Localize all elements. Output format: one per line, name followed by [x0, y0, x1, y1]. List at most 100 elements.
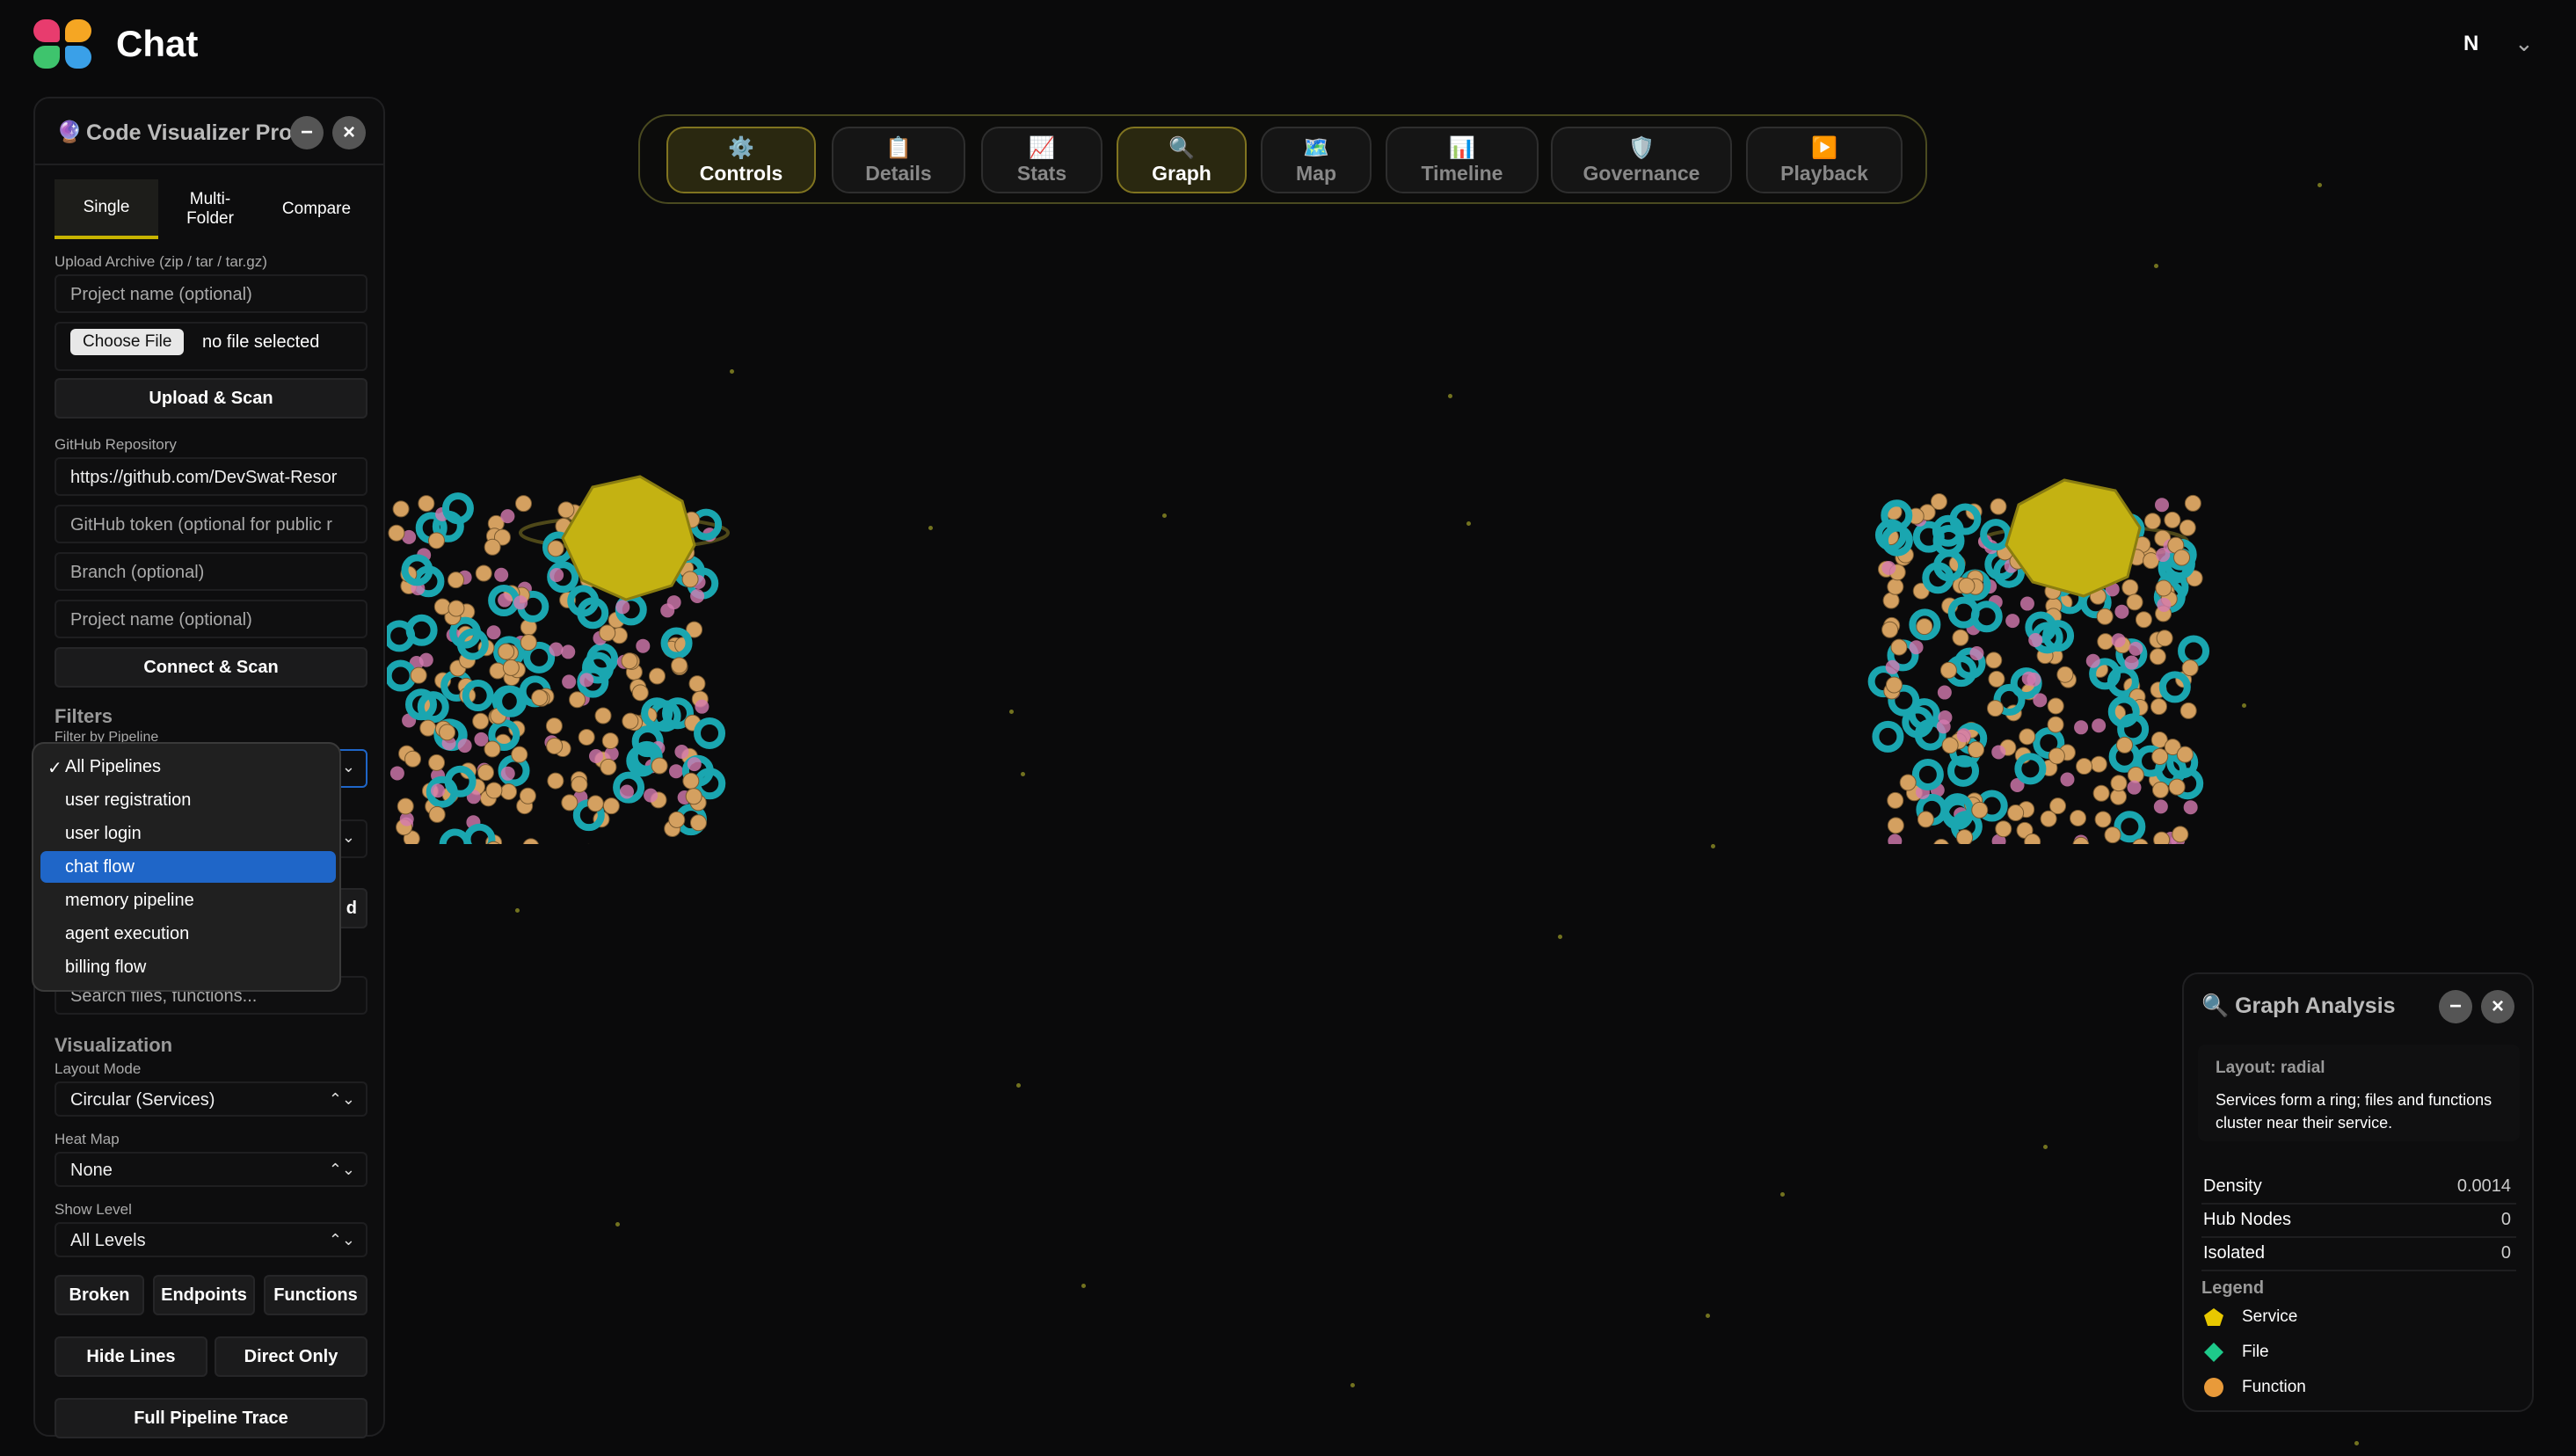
- pipeline-node[interactable]: [549, 642, 564, 657]
- function-node[interactable]: [1990, 498, 2007, 515]
- file-node[interactable]: [2114, 811, 2146, 843]
- function-node[interactable]: [514, 495, 532, 513]
- function-node[interactable]: [428, 805, 446, 823]
- function-node[interactable]: [1941, 737, 1959, 754]
- direct-only-button[interactable]: Direct Only: [215, 1336, 367, 1377]
- function-node[interactable]: [621, 652, 638, 670]
- function-node[interactable]: [2092, 784, 2110, 802]
- function-node[interactable]: [2151, 781, 2169, 798]
- function-node[interactable]: [682, 772, 700, 790]
- hide-lines-button[interactable]: Hide Lines: [55, 1336, 207, 1377]
- function-node[interactable]: [689, 814, 707, 832]
- file-node[interactable]: [1872, 720, 1904, 753]
- function-node[interactable]: [1933, 839, 1949, 844]
- pipeline-node[interactable]: [500, 766, 515, 781]
- function-node[interactable]: [569, 691, 586, 709]
- app-logo[interactable]: [33, 19, 97, 69]
- service-cluster-right[interactable]: [1846, 475, 2216, 844]
- github-project-name-input[interactable]: Project name (optional): [55, 600, 367, 638]
- pipeline-node[interactable]: [1881, 561, 1896, 576]
- function-node[interactable]: [2156, 630, 2173, 647]
- pipeline-node[interactable]: [2128, 641, 2143, 656]
- functions-button[interactable]: Functions: [264, 1275, 367, 1315]
- function-node[interactable]: [2116, 736, 2134, 753]
- function-node[interactable]: [1890, 638, 1908, 656]
- function-node[interactable]: [2149, 648, 2166, 666]
- tab-timeline[interactable]: 📊 Timeline: [1386, 127, 1539, 193]
- pipeline-node[interactable]: [2183, 800, 2198, 815]
- function-node[interactable]: [2049, 797, 2067, 815]
- pipeline-node[interactable]: [457, 739, 472, 753]
- function-node[interactable]: [1995, 820, 2012, 838]
- function-node[interactable]: [388, 524, 405, 542]
- function-node[interactable]: [1952, 629, 1969, 646]
- function-node[interactable]: [2048, 747, 2065, 765]
- function-node[interactable]: [404, 750, 422, 768]
- function-node[interactable]: [1899, 774, 1917, 791]
- pipeline-option-all[interactable]: ✓ All Pipelines: [40, 751, 336, 783]
- tab-governance[interactable]: 🛡️ Governance: [1551, 127, 1732, 193]
- pipeline-option-agent-execution[interactable]: agent execution: [40, 918, 336, 950]
- tab-details[interactable]: 📋 Details: [832, 127, 965, 193]
- pipeline-node[interactable]: [2124, 655, 2139, 670]
- function-node[interactable]: [418, 495, 435, 513]
- github-token-input[interactable]: GitHub token (optional for public r: [55, 505, 367, 543]
- function-node[interactable]: [546, 737, 564, 754]
- pipeline-node[interactable]: [695, 699, 709, 714]
- pipeline-node[interactable]: [620, 784, 635, 799]
- function-node[interactable]: [1887, 791, 1904, 809]
- broken-button[interactable]: Broken: [55, 1275, 144, 1315]
- function-node[interactable]: [685, 788, 702, 805]
- pipeline-node[interactable]: [498, 593, 513, 608]
- function-node[interactable]: [2110, 775, 2128, 792]
- pipeline-node[interactable]: [579, 673, 594, 688]
- pipeline-option-user-registration[interactable]: user registration: [40, 784, 336, 816]
- function-node[interactable]: [2176, 746, 2194, 763]
- function-node[interactable]: [522, 838, 539, 844]
- function-node[interactable]: [1958, 577, 1976, 594]
- function-node[interactable]: [2179, 702, 2197, 719]
- function-node[interactable]: [651, 757, 668, 775]
- function-node[interactable]: [2019, 728, 2036, 746]
- function-node[interactable]: [520, 634, 537, 652]
- function-node[interactable]: [545, 717, 563, 735]
- function-node[interactable]: [519, 787, 536, 804]
- function-node[interactable]: [448, 571, 465, 589]
- minimize-button[interactable]: −: [2439, 990, 2472, 1023]
- pipeline-node[interactable]: [1936, 719, 1951, 734]
- function-node[interactable]: [477, 764, 495, 782]
- function-node[interactable]: [2168, 778, 2186, 796]
- pipeline-node[interactable]: [500, 509, 515, 524]
- pipeline-option-chat-flow[interactable]: chat flow: [40, 851, 336, 883]
- pipeline-node[interactable]: [513, 595, 528, 610]
- function-node[interactable]: [410, 666, 427, 684]
- pipeline-node[interactable]: [2028, 632, 2043, 647]
- function-node[interactable]: [648, 667, 666, 685]
- pipeline-node[interactable]: [690, 589, 705, 604]
- pipeline-dropdown[interactable]: ✓ All Pipelines user registration user lo…: [32, 742, 341, 992]
- pipeline-node[interactable]: [2092, 718, 2107, 733]
- file-node[interactable]: [2014, 753, 2047, 785]
- function-node[interactable]: [1885, 676, 1903, 694]
- full-pipeline-trace-button[interactable]: Full Pipeline Trace: [55, 1398, 367, 1438]
- function-node[interactable]: [500, 783, 518, 800]
- function-node[interactable]: [547, 540, 564, 557]
- function-node[interactable]: [547, 772, 564, 790]
- function-node[interactable]: [2143, 513, 2161, 530]
- tab-graph[interactable]: 🔍 Graph: [1117, 127, 1247, 193]
- function-node[interactable]: [2164, 511, 2181, 528]
- tab-compare[interactable]: Compare: [262, 179, 371, 239]
- function-node[interactable]: [599, 624, 616, 642]
- service-cluster-left[interactable]: [387, 475, 756, 844]
- function-node[interactable]: [1968, 741, 1985, 759]
- function-node[interactable]: [472, 712, 490, 730]
- function-node[interactable]: [1988, 670, 2005, 688]
- endpoints-button[interactable]: Endpoints: [153, 1275, 255, 1315]
- function-node[interactable]: [1881, 621, 1899, 638]
- function-node[interactable]: [1882, 592, 1900, 609]
- branch-input[interactable]: Branch (optional): [55, 552, 367, 591]
- pipeline-node[interactable]: [486, 625, 501, 640]
- pipeline-node[interactable]: [431, 783, 446, 798]
- function-node[interactable]: [601, 732, 619, 750]
- function-node[interactable]: [2173, 549, 2191, 566]
